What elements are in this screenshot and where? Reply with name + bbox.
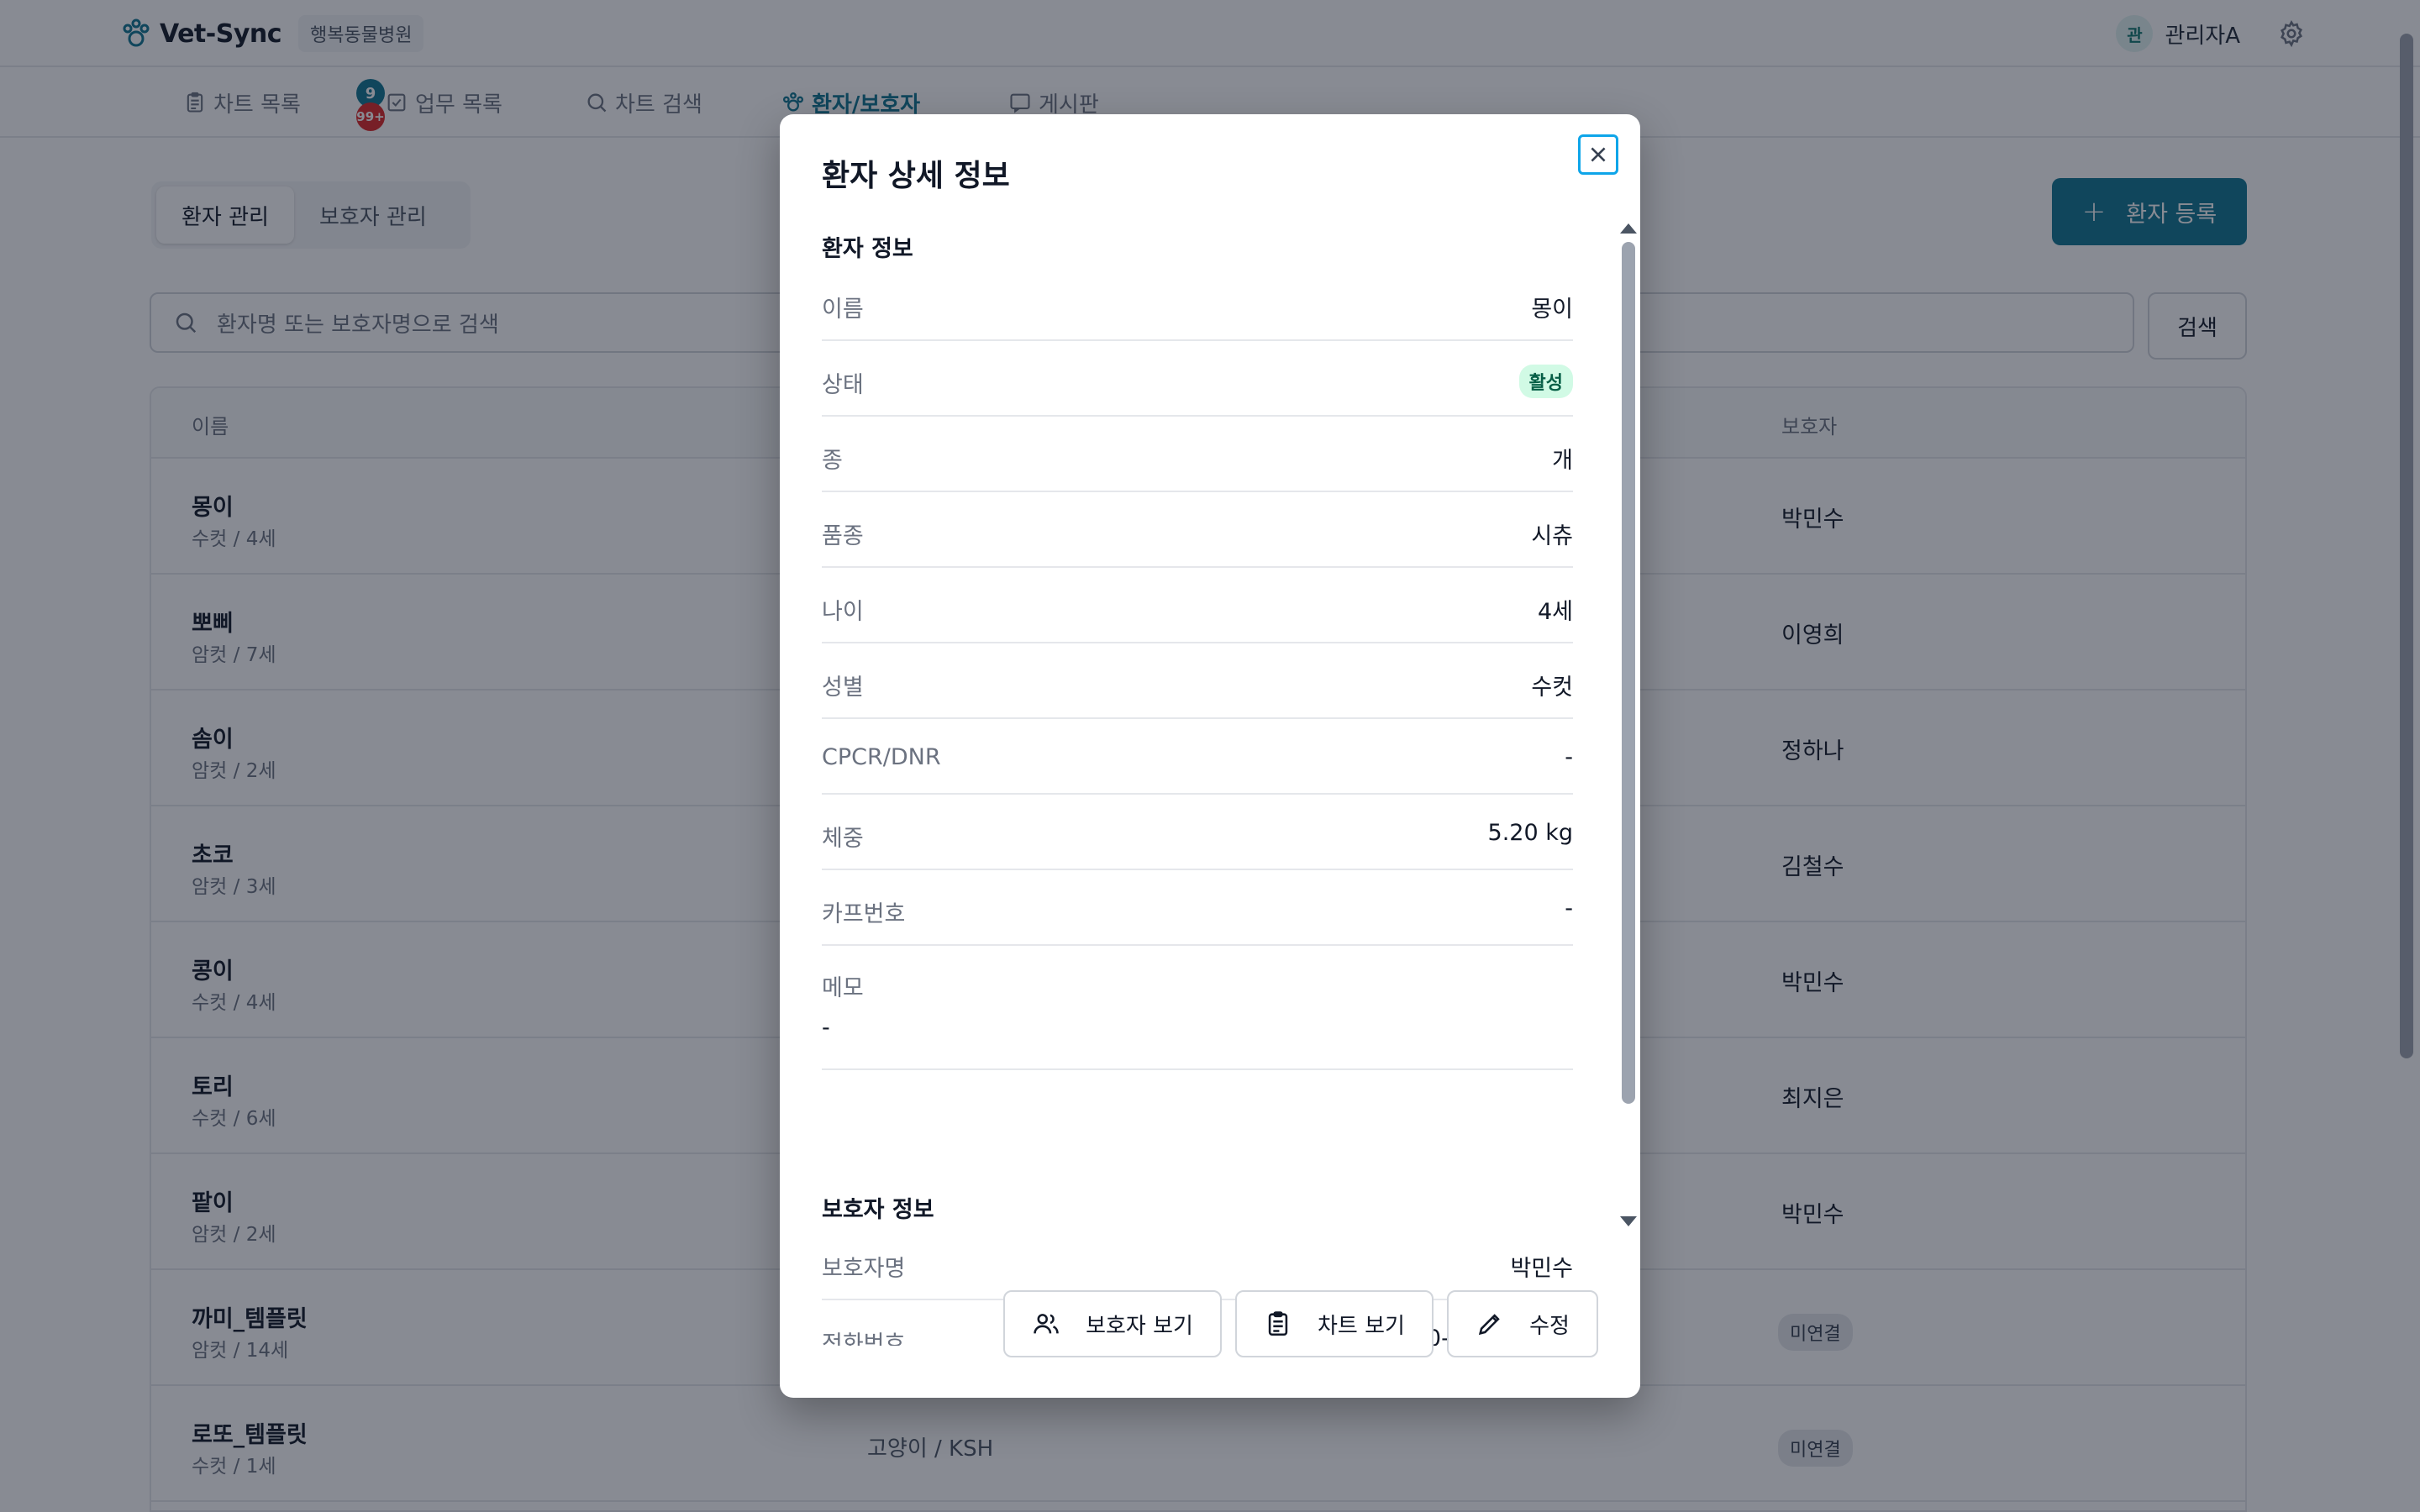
field-memo: 메모 - <box>822 946 1573 1070</box>
edit-label: 수정 <box>1529 1313 1570 1339</box>
edit-button[interactable]: 수정 <box>1447 1290 1598 1357</box>
users-icon <box>1034 1314 1059 1334</box>
pencil-icon <box>1478 1314 1500 1336</box>
close-icon <box>1591 147 1606 162</box>
field-weight: 체중 5.20 kg <box>822 795 1573 870</box>
field-label: 전화번호 <box>822 1331 906 1346</box>
field-value: - <box>1565 744 1573 770</box>
field-value: 5.20 kg <box>1487 820 1573 846</box>
field-label: 이름 <box>822 297 864 323</box>
field-species: 종 개 <box>822 417 1573 492</box>
scroll-down-arrow[interactable] <box>1620 1216 1637 1226</box>
field-sex: 성별 수컷 <box>822 643 1573 719</box>
field-label: 성별 <box>822 675 864 701</box>
clipboard-icon <box>1268 1311 1288 1336</box>
field-value: 개 <box>1552 448 1573 474</box>
field-guardian-name: 보호자명 박민수 <box>822 1225 1573 1300</box>
field-value: 시츄 <box>1531 523 1573 549</box>
field-status: 상태 활성 <box>822 341 1573 417</box>
close-button[interactable] <box>1578 134 1618 175</box>
field-label: 체중 <box>822 826 864 852</box>
guardian-info-section-title: 보호자 정보 <box>822 1197 934 1223</box>
field-name: 이름 몽이 <box>822 265 1573 341</box>
field-label: 메모 <box>822 975 864 1001</box>
field-label: 카프번호 <box>822 901 906 927</box>
field-value: 4세 <box>1537 599 1573 625</box>
view-chart-button[interactable]: 차트 보기 <box>1235 1290 1434 1357</box>
field-label: 나이 <box>822 599 864 625</box>
field-label: 종 <box>822 448 843 474</box>
modal-title: 환자 상세 정보 <box>822 159 1010 193</box>
field-label: 보호자명 <box>822 1256 906 1282</box>
view-guardian-label: 보호자 보기 <box>1086 1313 1193 1339</box>
status-badge: 활성 <box>1518 365 1573 398</box>
field-value: 박민수 <box>1510 1256 1573 1282</box>
field-breed: 품종 시츄 <box>822 492 1573 568</box>
field-chip-number: 카프번호 - <box>822 870 1573 946</box>
field-value: - <box>822 1015 830 1041</box>
field-label: 품종 <box>822 523 864 549</box>
modal-scrollbar-thumb[interactable] <box>1622 242 1635 1104</box>
field-value: 몽이 <box>1531 297 1573 323</box>
field-age: 나이 4세 <box>822 568 1573 643</box>
field-cpcr: CPCR/DNR - <box>822 719 1573 795</box>
field-value: 수컷 <box>1531 675 1573 701</box>
field-value: - <box>1565 895 1573 921</box>
field-label: CPCR/DNR <box>822 744 941 770</box>
patient-info-section-title: 환자 정보 <box>822 236 913 262</box>
modal-body: 환자 정보 이름 몽이 상태 활성 종 개 품종 시츄 나이 4세 성별 수컷 … <box>822 207 1590 1346</box>
field-label: 상태 <box>822 372 864 398</box>
view-guardian-button[interactable]: 보호자 보기 <box>1003 1290 1222 1357</box>
patient-detail-modal: 환자 상세 정보 환자 정보 이름 몽이 상태 활성 종 개 품종 시츄 나이 … <box>780 114 1640 1398</box>
view-chart-label: 차트 보기 <box>1318 1313 1405 1339</box>
scroll-up-arrow[interactable] <box>1620 223 1637 234</box>
